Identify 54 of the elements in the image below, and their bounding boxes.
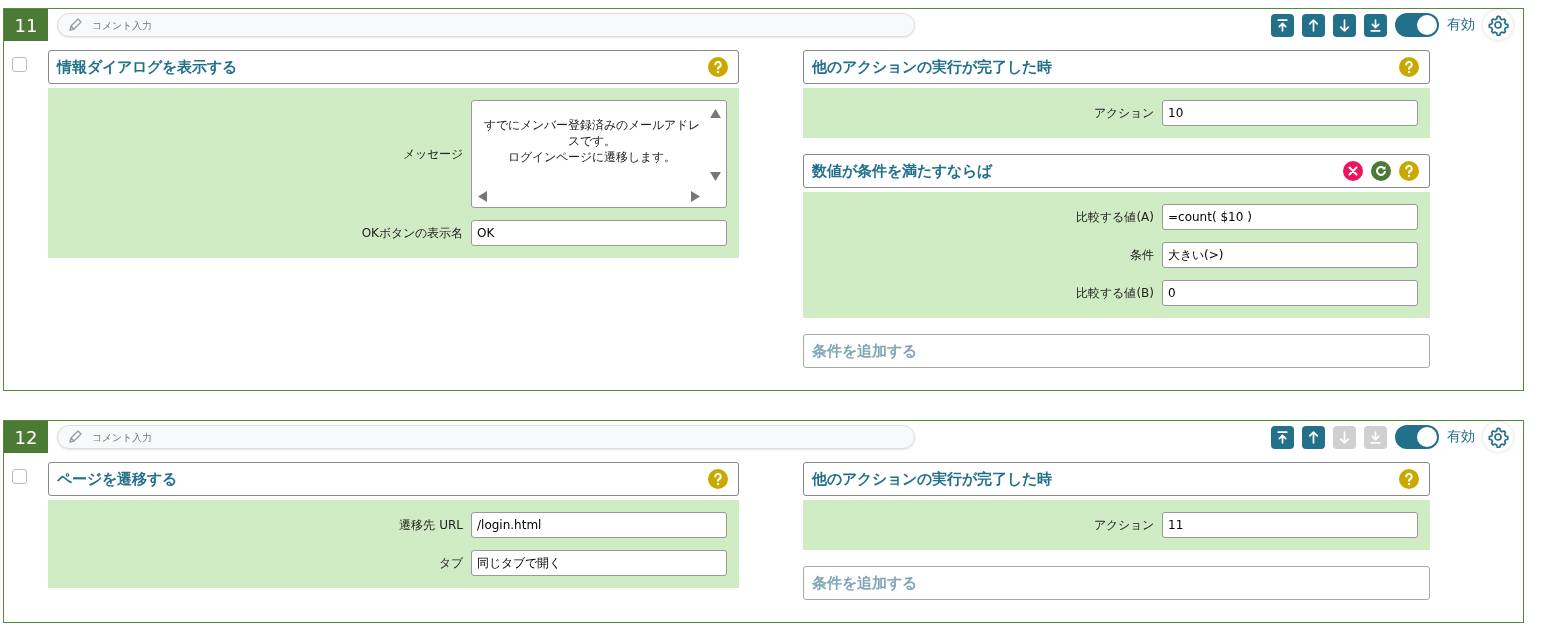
text-field[interactable]: 大きい(>) [1162,242,1418,268]
text-field[interactable]: OK [471,220,727,246]
card-title: 他のアクションの実行が完了した時 [812,57,1052,77]
scroll-right-icon[interactable] [691,191,700,202]
text-field[interactable]: /login.html [471,512,727,538]
help-icon[interactable] [1399,469,1419,489]
toggle-label: 有効 [1447,428,1475,446]
field-label: OKボタンの表示名 [361,224,463,242]
comment-field[interactable]: コメント入力 [57,425,915,449]
step-number: 12 [4,421,48,453]
move-button[interactable] [1333,13,1356,37]
comment-field[interactable]: コメント入力 [57,13,915,37]
help-icon[interactable] [1399,57,1419,77]
help-icon[interactable] [708,469,728,489]
scroll-down-icon[interactable] [710,172,721,181]
text-field[interactable]: 10 [1162,100,1418,126]
checkbox[interactable] [12,57,27,72]
step-number: 11 [4,9,48,41]
help-icon[interactable] [1399,161,1419,181]
message-line: すでにメンバー登録済みのメールアドレスです。 [483,117,701,149]
move-button[interactable] [1364,13,1387,37]
field-label: メッセージ [403,145,463,163]
text-field[interactable]: =count( $10 ) [1162,204,1418,230]
move-button[interactable] [1302,13,1325,37]
toggle-switch[interactable] [1395,13,1439,37]
checkbox[interactable] [12,469,27,484]
toggle-switch[interactable] [1395,425,1439,449]
text-field[interactable]: 0 [1162,280,1418,306]
move-button[interactable] [1271,425,1294,449]
field-label: アクション [1094,516,1154,534]
field-label: アクション [1094,104,1154,122]
card-title: 他のアクションの実行が完了した時 [812,469,1052,489]
toggle-label: 有効 [1447,16,1475,34]
card-title: ページを遷移する [57,469,177,489]
text-field[interactable]: 11 [1162,512,1418,538]
scroll-left-icon[interactable] [478,191,487,202]
text-field[interactable]: 同じタブで開く [471,550,727,576]
refresh-icon[interactable] [1371,161,1391,181]
card-title: 情報ダイアログを表示する [57,57,237,77]
message-field[interactable]: すでにメンバー登録済みのメールアドレスです。 ログインページに遷移します。 [471,100,727,208]
scroll-up-icon[interactable] [710,109,721,118]
field-label: 条件 [1130,246,1154,264]
help-icon[interactable] [708,57,728,77]
message-line: ログインページに遷移します。 [507,149,677,165]
pencil-icon [67,17,83,33]
move-button[interactable] [1302,425,1325,449]
remove-icon[interactable] [1343,161,1363,181]
pencil-icon [67,429,83,445]
field-label: タブ [439,554,463,572]
field-label: 比較する値(A) [1076,208,1154,226]
move-button[interactable] [1271,13,1294,37]
card-title: 数値が条件を満たすならば [812,161,992,181]
field-label: 遷移先 URL [399,516,463,534]
field-label: 比較する値(B) [1076,284,1154,302]
